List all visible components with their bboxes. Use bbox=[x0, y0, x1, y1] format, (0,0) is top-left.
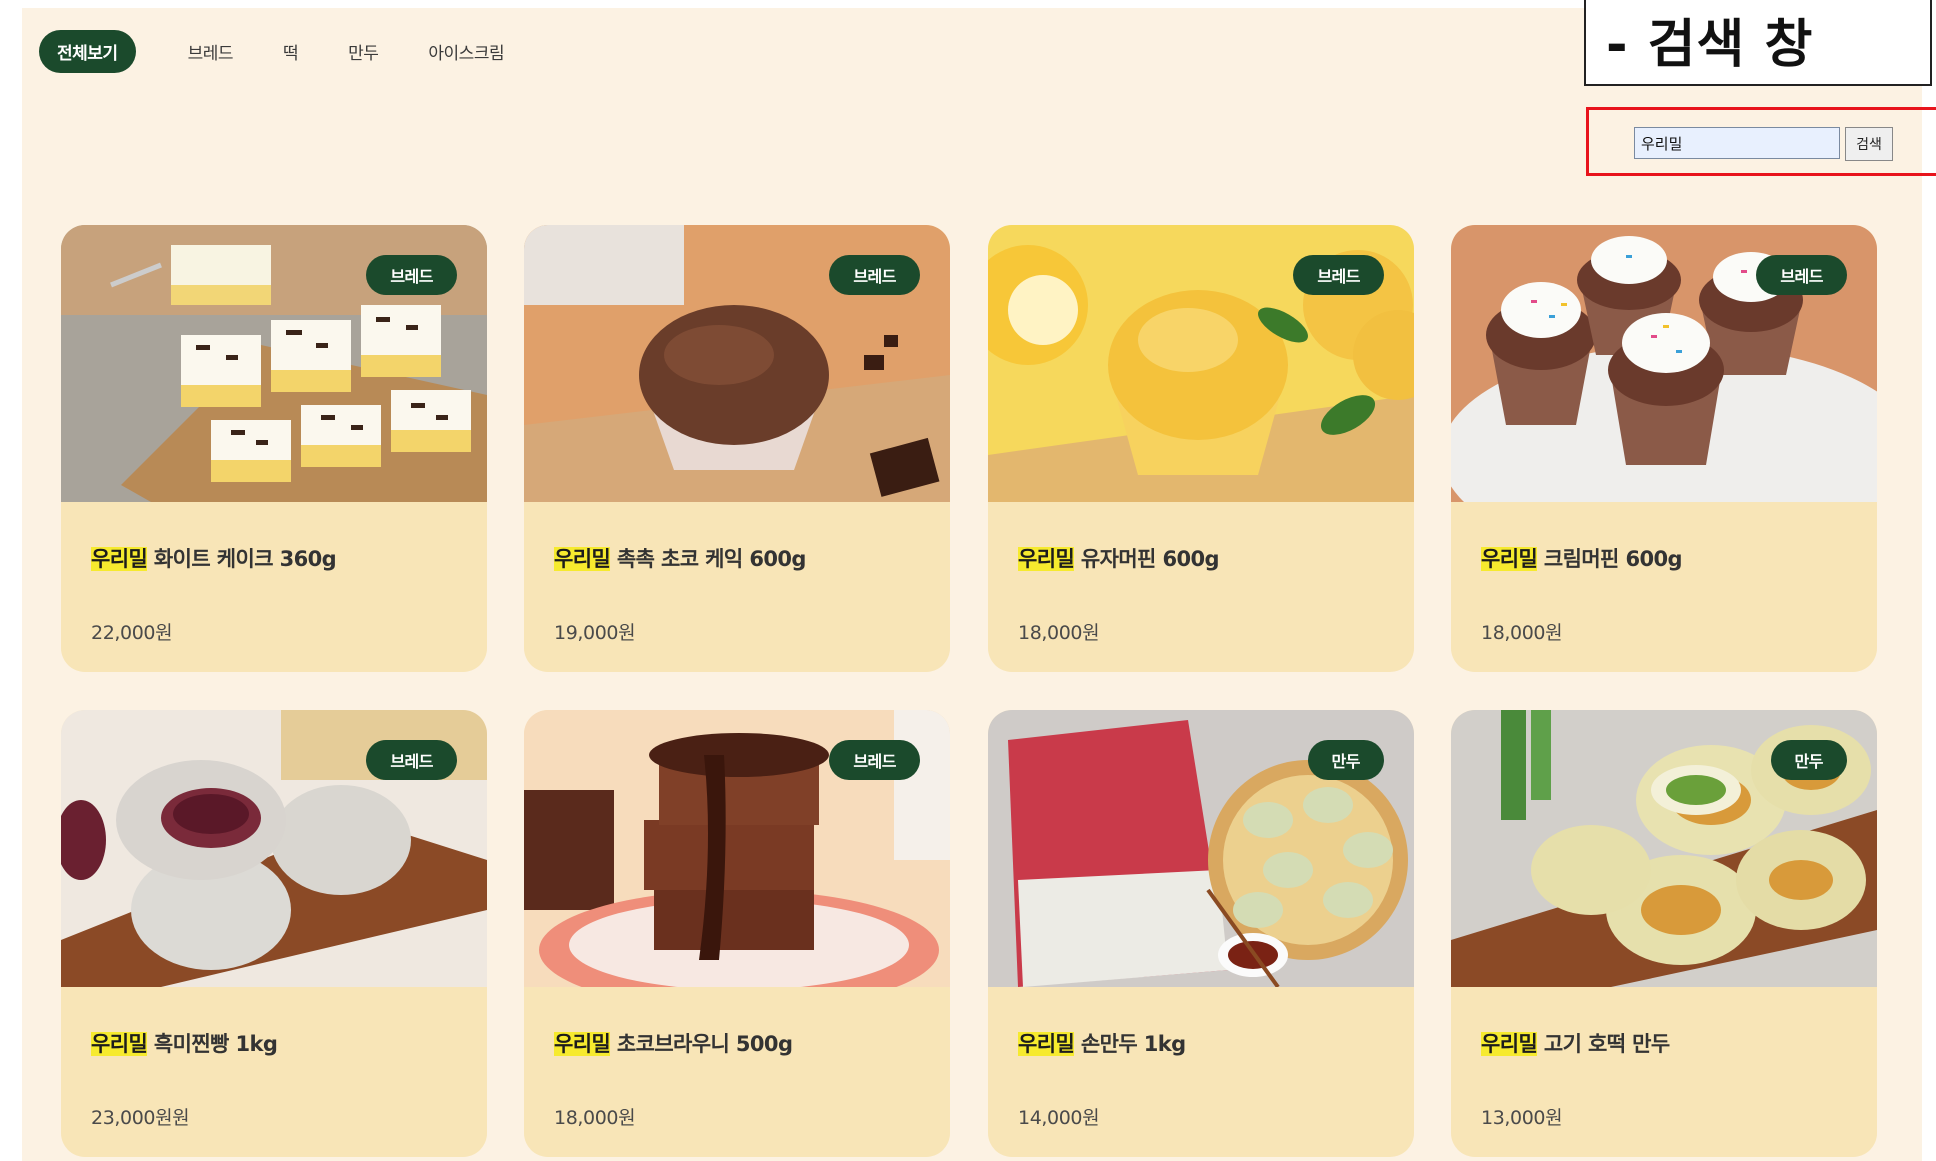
category-badge: 만두 bbox=[1770, 740, 1847, 780]
product-price: 18,000원 bbox=[554, 1107, 636, 1129]
tab-dumpling[interactable]: 만두 bbox=[348, 39, 379, 64]
product-card[interactable]: 브레드 우리밀 흑미찐빵 1kg 23,000원원 bbox=[61, 710, 487, 1157]
product-title: 우리밀 크림머핀 600g bbox=[1481, 543, 1683, 573]
tab-rice-cake[interactable]: 떡 bbox=[283, 39, 299, 64]
product-title: 우리밀 유자머핀 600g bbox=[1018, 543, 1220, 573]
annotation-callout: - 검색 창 bbox=[1584, 0, 1932, 86]
product-price: 22,000원 bbox=[91, 622, 173, 644]
search-highlight: 우리밀 bbox=[1018, 547, 1075, 571]
search-highlight: 우리밀 bbox=[91, 1032, 148, 1056]
product-name: 고기 호떡 만두 bbox=[1537, 1032, 1670, 1056]
product-title: 우리밀 손만두 1kg bbox=[1018, 1028, 1186, 1058]
category-badge: 만두 bbox=[1307, 740, 1384, 780]
search-highlight: 우리밀 bbox=[554, 1032, 611, 1056]
product-card[interactable]: 만두 우리밀 고기 호떡 만두 13,000원 bbox=[1451, 710, 1877, 1157]
product-card[interactable]: 브레드 우리밀 크림머핀 600g 18,000원 bbox=[1451, 225, 1877, 672]
product-name: 초코브라우니 500g bbox=[610, 1032, 793, 1056]
search-highlight: 우리밀 bbox=[554, 547, 611, 571]
tab-all[interactable]: 전체보기 bbox=[39, 29, 136, 73]
product-card[interactable]: 만두 우리밀 손만두 1kg 14,000원 bbox=[988, 710, 1414, 1157]
category-badge: 브레드 bbox=[366, 740, 457, 780]
tab-ice-cream[interactable]: 아이스크림 bbox=[428, 39, 504, 64]
product-card[interactable]: 브레드 우리밀 초코브라우니 500g 18,000원 bbox=[524, 710, 950, 1157]
product-title: 우리밀 고기 호떡 만두 bbox=[1481, 1028, 1670, 1058]
product-name: 흑미찐빵 1kg bbox=[147, 1032, 278, 1056]
product-name: 화이트 케이크 360g bbox=[147, 547, 337, 571]
product-title: 우리밀 화이트 케이크 360g bbox=[91, 543, 337, 573]
product-name: 손만두 1kg bbox=[1074, 1032, 1186, 1056]
category-badge: 브레드 bbox=[829, 255, 920, 295]
product-title: 우리밀 초코브라우니 500g bbox=[554, 1028, 793, 1058]
product-card[interactable]: 브레드 우리밀 촉촉 초코 케익 600g 19,000원 bbox=[524, 225, 950, 672]
product-name: 유자머핀 600g bbox=[1074, 547, 1220, 571]
annotation-label: - 검색 창 bbox=[1606, 15, 1814, 75]
product-name: 크림머핀 600g bbox=[1537, 547, 1683, 571]
product-card[interactable]: 브레드 우리밀 화이트 케이크 360g 22,000원 bbox=[61, 225, 487, 672]
category-tabs: 전체보기 브레드 떡 만두 아이스크림 bbox=[39, 29, 554, 73]
search-highlight: 우리밀 bbox=[91, 547, 148, 571]
search-highlight: 우리밀 bbox=[1481, 547, 1538, 571]
product-title: 우리밀 흑미찐빵 1kg bbox=[91, 1028, 278, 1058]
product-price: 18,000원 bbox=[1481, 622, 1563, 644]
category-badge: 브레드 bbox=[829, 740, 920, 780]
product-price: 18,000원 bbox=[1018, 622, 1100, 644]
search-button[interactable]: 검색 bbox=[1845, 127, 1893, 161]
category-badge: 브레드 bbox=[1293, 255, 1384, 295]
product-title: 우리밀 촉촉 초코 케익 600g bbox=[554, 543, 806, 573]
product-price: 14,000원 bbox=[1018, 1107, 1100, 1129]
product-name: 촉촉 초코 케익 600g bbox=[610, 547, 807, 571]
product-price: 23,000원원 bbox=[91, 1107, 190, 1129]
tab-bread[interactable]: 브레드 bbox=[188, 39, 234, 64]
product-card[interactable]: 브레드 우리밀 유자머핀 600g 18,000원 bbox=[988, 225, 1414, 672]
category-badge: 브레드 bbox=[366, 255, 457, 295]
product-price: 19,000원 bbox=[554, 622, 636, 644]
product-price: 13,000원 bbox=[1481, 1107, 1563, 1129]
search-input[interactable] bbox=[1634, 127, 1840, 159]
search-highlight: 우리밀 bbox=[1018, 1032, 1075, 1056]
category-badge: 브레드 bbox=[1756, 255, 1847, 295]
search-highlight: 우리밀 bbox=[1481, 1032, 1538, 1056]
